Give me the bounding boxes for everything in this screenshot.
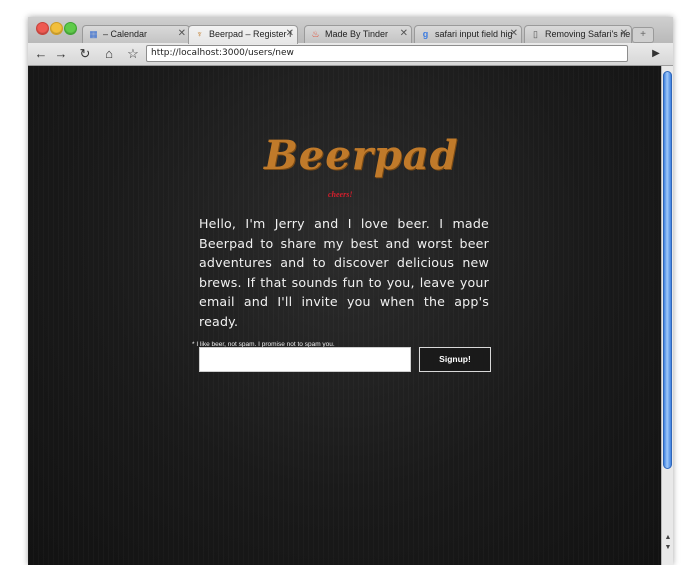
arrow-left-icon: ←	[34, 46, 48, 61]
beerpad-logo: Beerpad	[264, 132, 459, 179]
flame-icon: ♨	[311, 29, 320, 39]
reload-icon: ↻	[79, 46, 91, 61]
close-icon[interactable]: ✕	[400, 28, 408, 39]
beer-icon: ♆	[196, 29, 203, 39]
page-menu-button[interactable]: ▶	[648, 46, 664, 62]
page-content: Beerpad cheers! Hello, I'm Jerry and I l…	[28, 66, 661, 565]
tab-calendar[interactable]: ▦ – Calendar ✕	[82, 25, 190, 43]
tab-label: safari input field hig	[435, 29, 513, 39]
address-text: http://localhost:3000/users/new	[151, 48, 294, 58]
browser-toolbar: ← → ↻ ⌂ ☆ http://localhost:3000/users/ne…	[28, 43, 673, 66]
scroll-arrows[interactable]: ▲ ▼	[663, 533, 673, 559]
home-icon: ⌂	[105, 46, 113, 61]
star-icon: ☆	[127, 46, 139, 61]
play-icon: ▶	[652, 48, 660, 59]
calendar-icon: ▦	[89, 29, 98, 39]
new-tab-button[interactable]: +	[632, 27, 654, 43]
back-button[interactable]: ←	[32, 45, 50, 62]
close-icon[interactable]: ✕	[510, 28, 518, 39]
forward-button[interactable]: →	[52, 45, 70, 62]
tagline: cheers!	[328, 190, 353, 199]
tab-made-by-tinder[interactable]: ♨ Made By Tinder ✕	[304, 25, 412, 43]
tab-label: Removing Safari's ne	[545, 29, 631, 39]
close-icon[interactable]: ✕	[178, 28, 186, 39]
email-field[interactable]	[199, 347, 411, 372]
minimize-window-button[interactable]	[50, 22, 63, 35]
intro-text: Hello, I'm Jerry and I love beer. I made…	[199, 216, 489, 329]
document-icon: ▯	[533, 29, 538, 39]
browser-window: ▦ – Calendar ✕ ♆ Beerpad – Register f ✕ …	[28, 17, 673, 565]
home-button[interactable]: ⌂	[100, 45, 118, 62]
scroll-thumb[interactable]	[663, 71, 672, 469]
google-icon: g	[422, 29, 429, 39]
close-window-button[interactable]	[36, 22, 49, 35]
signup-button[interactable]: Signup!	[419, 347, 491, 372]
tab-label: Made By Tinder	[325, 29, 389, 39]
vertical-scrollbar[interactable]: ▲ ▼	[661, 66, 673, 565]
tab-google-search[interactable]: g safari input field hig ✕	[414, 25, 522, 43]
zoom-window-button[interactable]	[64, 22, 77, 35]
tab-label: Beerpad – Register f	[209, 29, 292, 39]
bookmark-button[interactable]: ☆	[124, 45, 142, 62]
tab-beerpad[interactable]: ♆ Beerpad – Register f ✕	[188, 25, 298, 44]
tab-strip: ▦ – Calendar ✕ ♆ Beerpad – Register f ✕ …	[28, 17, 673, 44]
plus-icon: +	[640, 29, 646, 40]
tab-removing-safari[interactable]: ▯ Removing Safari's ne ✕	[524, 25, 632, 43]
tab-label: – Calendar	[103, 29, 148, 39]
address-bar[interactable]: http://localhost:3000/users/new	[146, 45, 628, 62]
scroll-up-icon[interactable]: ▲	[663, 533, 673, 543]
close-icon[interactable]: ✕	[286, 28, 294, 39]
close-icon[interactable]: ✕	[620, 28, 628, 39]
scroll-down-icon[interactable]: ▼	[663, 543, 673, 553]
reload-button[interactable]: ↻	[76, 45, 94, 62]
arrow-right-icon: →	[54, 46, 68, 61]
